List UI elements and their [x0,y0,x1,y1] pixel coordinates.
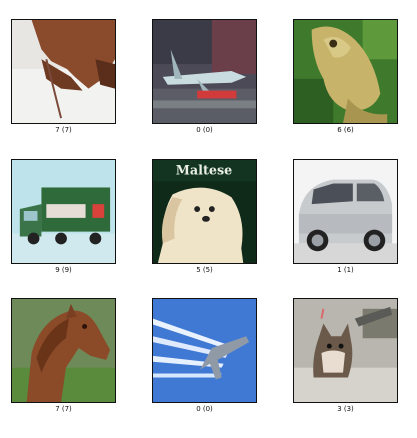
cat-image [294,299,397,402]
image-tile-truck [11,159,116,264]
maltese-overlay-text: Maltese [176,164,233,179]
image-label: 1 (1) [337,266,354,274]
image-label: 7 (7) [55,405,72,413]
airplane-image [153,20,256,123]
image-label: 9 (9) [55,266,72,274]
image-tile-cat [293,298,398,403]
image-tile-frog [293,19,398,124]
image-label: 5 (5) [196,266,213,274]
dog-image: Maltese [153,160,256,263]
image-label: 0 (0) [196,405,213,413]
image-tile-horse-2 [11,298,116,403]
image-tile-horse-1 [11,19,116,124]
image-tile-airplane-1 [152,19,257,124]
image-label: 3 (3) [337,405,354,413]
image-tile-airplane-2 [152,298,257,403]
image-label: 7 (7) [55,126,72,134]
car-image [294,160,397,263]
image-label: 6 (6) [337,126,354,134]
image-label: 0 (0) [196,126,213,134]
frog-image [294,20,397,123]
horse-image [12,299,115,402]
horse-image [12,20,115,123]
truck-image [12,160,115,263]
image-tile-automobile [293,159,398,264]
airplane-image [153,299,256,402]
image-tile-dog: Maltese [152,159,257,264]
